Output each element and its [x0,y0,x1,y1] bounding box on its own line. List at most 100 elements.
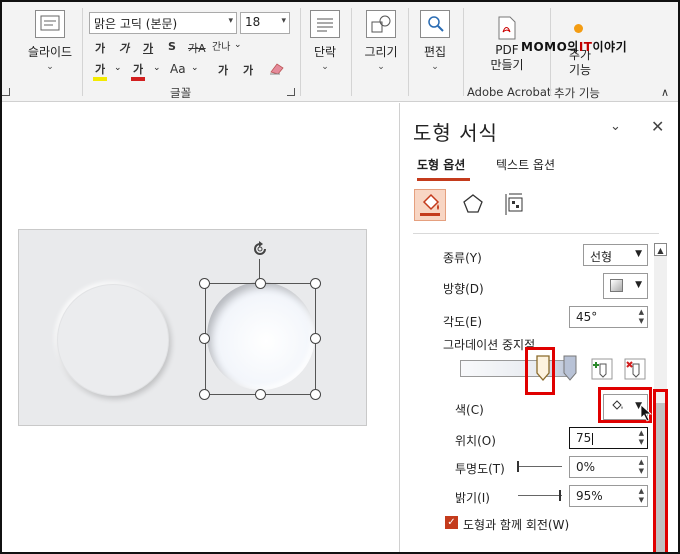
gradient-type-dropdown[interactable]: 선형 ▼ [583,244,648,266]
highlight-button[interactable]: 가 [93,61,108,81]
mouse-cursor-icon [640,404,654,425]
underline-button[interactable]: 가 [143,40,153,56]
paragraph-label: 단락 [313,45,337,59]
create-pdf-label-line2: 만들기 [490,58,524,72]
spinner-arrows-icon[interactable]: ▲ ▼ [639,458,644,476]
chevron-down-icon: ▼ [635,249,642,259]
increase-font-button[interactable]: 가 [95,40,105,56]
chevron-down-icon: ⌄ [191,63,199,73]
char-spacing-button[interactable]: 간나 [212,38,230,53]
italic-button[interactable]: 가 [119,40,129,56]
fill-line-button[interactable] [414,189,446,221]
format-shape-pane: 도형 서식 ⌄ ✕ 도형 옵션 텍스트 옵션 종류(Y) 선형 ▼ 방향(D) … [399,103,678,552]
ribbon: 슬라이드 ⌄ 맑은 고딕 (본문) ▾ 18 ▾ 가 가 가 S 가A 간나 ⌄… [2,2,678,102]
editing-label: 편집 [423,45,447,59]
size-properties-button[interactable] [500,189,532,221]
spinner-arrows-icon[interactable]: ▲ ▼ [639,487,644,505]
font-name-combobox[interactable]: 맑은 고딕 (본문) ▾ [89,12,237,34]
font-dialog-launcher-icon[interactable] [287,88,295,96]
pentagon-icon [463,194,483,213]
watermark: MOMO의IT이야기 [521,38,627,55]
scroll-up-icon[interactable]: ▲ [654,243,667,256]
gradient-stops-bar[interactable] [460,360,572,377]
spinner-arrows-icon[interactable]: ▲ ▼ [639,429,644,447]
brightness-slider-thumb[interactable] [558,490,561,501]
gradient-direction-dropdown[interactable]: ▼ [603,273,648,299]
gradient-angle-spinner[interactable]: 45° ▲ ▼ [569,306,648,328]
add-ins-group-label: 추가 기능 [554,86,600,100]
drawing-button[interactable]: 그리기 ⌄ [359,10,403,72]
gradient-stop-end[interactable] [563,355,577,381]
active-tab-indicator [417,178,470,181]
ribbon-separator [463,8,464,96]
editing-button[interactable]: 편집 ⌄ [415,10,455,72]
highlight-box-scrollbar [653,389,668,552]
chevron-down-icon: ⌄ [234,40,242,50]
size-properties-icon [505,193,523,215]
shadow-button[interactable]: S [168,40,176,53]
pane-divider [413,233,659,234]
stop-position-spinner[interactable]: 75 ▲ ▼ [569,427,648,449]
raised-circle-shape[interactable] [57,284,169,396]
chevron-down-icon: ⌄ [431,62,439,72]
resize-handle-nw[interactable] [199,278,210,289]
rotate-with-shape-checkbox[interactable]: ✓ [445,516,458,529]
resize-handle-ne[interactable] [310,278,321,289]
clear-formatting-icon[interactable] [268,61,286,75]
gradient-swatch-icon [610,279,623,292]
tab-shape-options[interactable]: 도형 옵션 [417,156,465,173]
rotate-icon[interactable] [250,239,270,259]
grow-font-button[interactable]: 가 [218,62,228,78]
stop-position-label: 위치(O) [455,434,496,448]
tab-text-options[interactable]: 텍스트 옵션 [496,156,555,173]
collapse-ribbon-icon[interactable]: ∧ [661,86,669,99]
pane-options-chevron-icon[interactable]: ⌄ [610,119,621,134]
stop-color-label: 색(C) [455,403,484,417]
effects-button[interactable] [458,189,490,221]
transparency-slider-thumb[interactable] [517,461,519,472]
add-gradient-stop-icon[interactable] [591,358,613,380]
paragraph-button[interactable]: 단락 ⌄ [307,10,343,72]
strikethrough-button[interactable]: 가A [188,40,206,56]
resize-handle-n[interactable] [255,278,266,289]
font-color-button[interactable]: 가 [131,61,146,81]
brightness-slider-track[interactable] [518,495,562,496]
paint-bucket-icon [420,193,440,216]
resize-handle-s[interactable] [255,389,266,400]
gradient-stops-label: 그라데이션 중지점 [443,338,536,352]
dialog-launcher-icon[interactable] [2,88,10,96]
remove-gradient-stop-icon[interactable] [624,358,646,380]
chevron-down-icon: ▾ [281,16,286,26]
new-slide-button[interactable]: 슬라이드 ⌄ [20,10,80,72]
gradient-type-label: 종류(Y) [443,251,482,265]
font-group-label: 글꼴 [170,86,192,100]
shrink-font-button[interactable]: 가 [243,62,253,78]
brightness-label: 밝기(I) [455,491,490,505]
close-icon[interactable]: ✕ [651,117,664,136]
gradient-direction-label: 방향(D) [443,282,484,296]
text-caret [592,432,594,445]
resize-handle-e[interactable] [310,333,321,344]
font-size-combobox[interactable]: 18 ▾ [240,12,290,34]
drawing-label: 그리기 [364,45,398,59]
transparency-spinner[interactable]: 0% ▲ ▼ [569,456,648,478]
gradient-type-value: 선형 [590,250,613,264]
brightness-spinner[interactable]: 95% ▲ ▼ [569,485,648,507]
rotate-with-shape-label: 도형과 함께 회전(W) [463,518,570,532]
chevron-down-icon: ▼ [635,280,642,290]
selection-box [205,283,316,395]
resize-handle-se[interactable] [310,389,321,400]
gradient-angle-label: 각도(E) [443,315,483,329]
brightness-value: 95% [576,489,603,503]
resize-handle-w[interactable] [199,333,210,344]
stop-position-value: 75 [576,431,592,445]
chevron-down-icon: ⌄ [153,63,161,73]
watermark-it: IT [578,40,593,54]
spinner-arrows-icon[interactable]: ▲ ▼ [639,308,644,326]
add-in-icon [574,24,583,33]
transparency-slider-track[interactable] [518,466,562,467]
watermark-left: MOMO의 [521,40,579,54]
watermark-right: 이야기 [592,40,628,54]
resize-handle-sw[interactable] [199,389,210,400]
change-case-button[interactable]: Aa [170,62,186,76]
